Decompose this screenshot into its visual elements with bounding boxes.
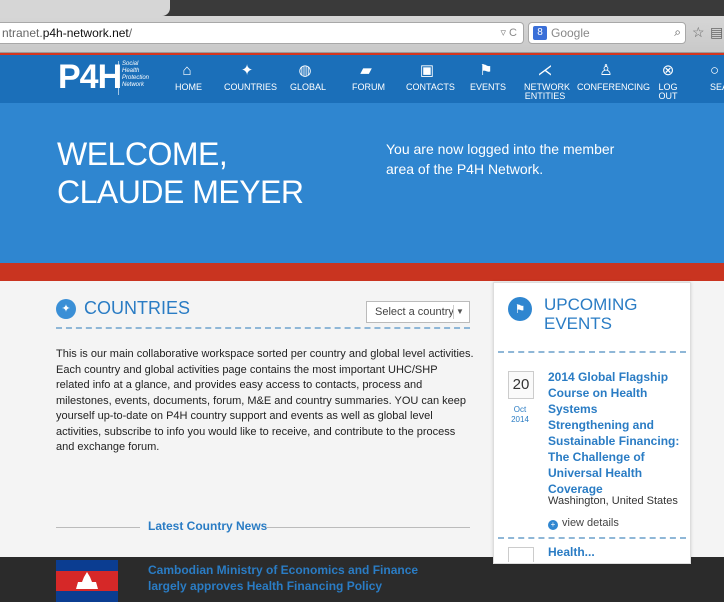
plus-icon: +	[548, 520, 558, 530]
url-prefix: ntranet.	[2, 26, 43, 40]
nav-events[interactable]: ⚑ EVENTS	[470, 61, 506, 92]
country-select-label: Select a country	[375, 306, 454, 318]
country-select[interactable]: Select a country ▼	[366, 301, 470, 323]
nav-label: FORUM	[352, 82, 385, 92]
upcoming-events-panel: ⚑ UPCOMING EVENTS 20 Oct 2014 2014 Globa…	[493, 282, 691, 564]
logo-mark: P4H	[58, 58, 122, 96]
flag-icon: ⚑	[479, 62, 493, 79]
search-icon: ○	[710, 62, 720, 79]
welcome-line: WELCOME,	[57, 136, 228, 172]
nav-label: LOG OUT	[658, 82, 678, 101]
search-engine-label: Google	[551, 26, 590, 40]
browser-tab[interactable]	[0, 0, 170, 16]
nav-label: GLOBAL	[290, 82, 327, 92]
magnifier-icon[interactable]: ⌕	[674, 25, 681, 40]
bookmarks-icon[interactable]: ▤	[710, 24, 723, 41]
url-text[interactable]: ntranet.p4h-network.net/	[2, 26, 132, 40]
presenter-icon: ♙	[599, 62, 613, 79]
nav-label: EVENTS	[470, 82, 507, 92]
map-icon: ✦	[56, 299, 76, 319]
event-month: Oct	[513, 405, 527, 414]
p4h-logo[interactable]: P4H Social Health Protection Network	[58, 58, 149, 96]
view-details-label: view details	[562, 517, 619, 529]
event-month-year: Oct 2014	[506, 405, 534, 425]
nav-logout[interactable]: ⊗ LOG OUT	[650, 61, 686, 101]
events-title: UPCOMING EVENTS	[544, 295, 638, 333]
logo-tagline-line: Social	[122, 61, 139, 67]
login-message: You are now logged into the member area …	[386, 141, 615, 177]
nav-label: SEA	[710, 82, 724, 92]
logo-tagline-line: Network	[122, 82, 145, 88]
nav-contacts[interactable]: ▣ CONTACTS	[406, 61, 455, 92]
divider	[56, 527, 140, 528]
nav-search[interactable]: ○ SEA	[710, 61, 724, 92]
cambodia-flag-image[interactable]	[56, 560, 118, 602]
event-location: Washington, United States	[548, 495, 678, 507]
latest-news-heading: Latest Country News	[56, 519, 470, 535]
event-day	[508, 547, 534, 562]
logo-tagline-line: Health	[122, 68, 140, 74]
logout-icon: ⊗	[661, 62, 675, 79]
reload-icon[interactable]: ▿ C	[500, 26, 517, 39]
tab-strip	[0, 0, 724, 16]
search-engine-icon[interactable]: 8	[533, 26, 547, 40]
flag-icon: ⚑	[508, 297, 532, 321]
url-domain: p4h-network.net	[42, 26, 129, 40]
countries-header: ✦ COUNTRIES Select a country ▼	[56, 297, 470, 329]
nav-label: COUNTRIES	[224, 82, 278, 92]
main-navigation: P4H Social Health Protection Network ⌂ HO…	[0, 53, 724, 103]
globe-icon: ◍	[298, 62, 312, 79]
nav-conferencing[interactable]: ♙ CONFERENCING	[577, 61, 650, 92]
chevron-down-icon[interactable]: ▼	[453, 305, 466, 319]
divider	[266, 527, 470, 528]
nav-label: HOME	[175, 82, 202, 92]
nav-network-entities[interactable]: ⋌ NETWORK ENTITIES	[524, 61, 570, 101]
nav-label: CONFERENCING	[577, 82, 651, 92]
member-name: CLAUDE MEYER	[57, 174, 304, 210]
nav-countries[interactable]: ✦ COUNTRIES	[224, 61, 277, 92]
news-item-title[interactable]: Cambodian Ministry of Economics and Fina…	[148, 562, 448, 594]
view-details-link[interactable]: + view details	[548, 517, 619, 530]
nav-home[interactable]: ⌂ HOME	[175, 61, 202, 92]
star-icon[interactable]: ☆	[692, 24, 705, 41]
divider	[498, 537, 686, 539]
logo-tagline-line: Protection	[122, 75, 150, 81]
website: P4H Social Health Protection Network ⌂ HO…	[0, 53, 724, 602]
nav-global[interactable]: ◍ GLOBAL	[290, 61, 326, 92]
nav-forum[interactable]: ▰ FORUM	[352, 61, 385, 92]
event-day: 20	[508, 371, 534, 399]
latest-news-label: Latest Country News	[144, 519, 272, 533]
home-icon: ⌂	[182, 62, 192, 79]
map-icon: ✦	[240, 62, 254, 79]
welcome-heading: WELCOME, CLAUDE MEYER	[57, 135, 304, 211]
address-bar[interactable]: ntranet.p4h-network.net/ ▿ C	[0, 22, 524, 44]
network-icon: ⋌	[537, 62, 553, 79]
contact-card-icon: ▣	[419, 62, 435, 79]
red-divider	[0, 263, 724, 281]
nav-label: CONTACTS	[406, 82, 455, 92]
browser-chrome: ntranet.p4h-network.net/ ▿ C 8 Google ⌕ …	[0, 0, 724, 53]
url-suffix: /	[128, 26, 133, 40]
chat-icon: ▰	[360, 62, 372, 79]
event-title[interactable]: 2014 Global Flagship Course on Health Sy…	[548, 369, 682, 497]
logo-tagline: Social Health Protection Network	[118, 61, 156, 95]
divider	[498, 351, 686, 353]
browser-search-field[interactable]: 8 Google ⌕	[528, 22, 686, 44]
countries-intro: This is our main collaborative workspace…	[56, 348, 474, 453]
nav-label-line2: ENTITIES	[524, 91, 566, 101]
event-year: 2014	[511, 415, 529, 424]
countries-title: COUNTRIES	[84, 298, 191, 318]
